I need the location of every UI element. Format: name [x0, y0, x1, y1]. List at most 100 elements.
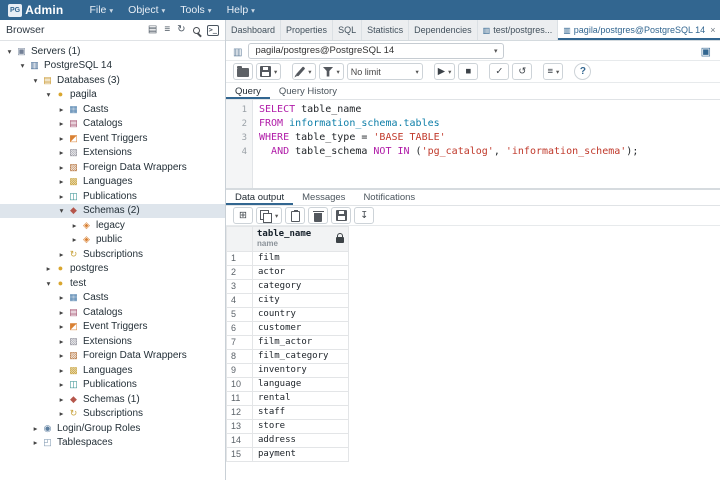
tree-item-event-triggers[interactable]: ▸Event Triggers	[0, 131, 225, 146]
copy-button[interactable]: ▾	[256, 207, 282, 224]
chevron-right-icon[interactable]: ▸	[56, 148, 67, 157]
new-query-tool-icon[interactable]	[701, 42, 711, 60]
cell-table-name[interactable]: inventory	[253, 363, 349, 377]
menu-file[interactable]: File▾	[89, 4, 113, 16]
row-number[interactable]: 11	[227, 391, 253, 405]
cell-table-name[interactable]: country	[253, 307, 349, 321]
chevron-right-icon[interactable]: ▸	[56, 308, 67, 317]
tree-item-casts[interactable]: ▸Casts	[0, 102, 225, 117]
macros-button[interactable]: ≡▾	[543, 63, 563, 80]
tab-dashboard[interactable]: Dashboard	[226, 20, 281, 40]
tree-item-languages[interactable]: ▸Languages	[0, 175, 225, 190]
tab-messages[interactable]: Messages	[293, 190, 354, 205]
tree-item-subscriptions[interactable]: ▸Subscriptions	[0, 247, 225, 262]
tab-notifications[interactable]: Notifications	[354, 190, 424, 205]
tab-sql[interactable]: SQL	[333, 20, 362, 40]
chevron-down-icon[interactable]: ▾	[56, 206, 67, 215]
row-number-header[interactable]	[227, 227, 253, 252]
chevron-right-icon[interactable]: ▸	[69, 221, 80, 230]
tree-item-foreign-data-wrappers[interactable]: ▸Foreign Data Wrappers	[0, 349, 225, 364]
tab-properties[interactable]: Properties	[281, 20, 333, 40]
tree-item-catalogs[interactable]: ▸Catalogs	[0, 117, 225, 132]
row-number[interactable]: 12	[227, 405, 253, 419]
chevron-right-icon[interactable]: ▸	[30, 438, 41, 447]
connection-select[interactable]: pagila/postgres@PostgreSQL 14 ▾	[248, 43, 504, 59]
search-icon[interactable]	[193, 27, 200, 34]
cell-table-name[interactable]: staff	[253, 405, 349, 419]
tree-item-postgresql-14[interactable]: ▾PostgreSQL 14	[0, 59, 225, 74]
open-file-button[interactable]	[233, 63, 253, 80]
code-line[interactable]: 4 AND table_schema NOT IN ('pg_catalog',…	[226, 145, 720, 159]
paste-button[interactable]	[285, 207, 305, 224]
help-button[interactable]: ?	[574, 63, 591, 80]
tree-item-publications[interactable]: ▸Publications	[0, 189, 225, 204]
chevron-down-icon[interactable]: ▾	[43, 90, 54, 99]
chevron-right-icon[interactable]: ▸	[56, 134, 67, 143]
chevron-right-icon[interactable]: ▸	[56, 293, 67, 302]
chevron-right-icon[interactable]: ▸	[30, 424, 41, 433]
chevron-right-icon[interactable]: ▸	[56, 351, 67, 360]
cell-table-name[interactable]: rental	[253, 391, 349, 405]
row-number[interactable]: 4	[227, 293, 253, 307]
tree-item-public[interactable]: ▸public	[0, 233, 225, 248]
chevron-right-icon[interactable]: ▸	[56, 409, 67, 418]
row-number[interactable]: 1	[227, 251, 253, 265]
chevron-right-icon[interactable]: ▸	[56, 192, 67, 201]
edit-button[interactable]: ▾	[292, 63, 315, 80]
row-number[interactable]: 10	[227, 377, 253, 391]
cell-table-name[interactable]: film_category	[253, 349, 349, 363]
menu-icon[interactable]: ≡	[164, 25, 170, 35]
close-icon[interactable]: ×	[710, 25, 715, 35]
refresh-icon[interactable]: ↻	[177, 25, 185, 35]
tab-test-postgres[interactable]: ▥test/postgres...	[478, 20, 559, 40]
tree-item-subscriptions[interactable]: ▸Subscriptions	[0, 407, 225, 422]
row-number[interactable]: 15	[227, 447, 253, 461]
row-number[interactable]: 14	[227, 433, 253, 447]
chevron-right-icon[interactable]: ▸	[56, 380, 67, 389]
code-line[interactable]: 2FROM information_schema.tables	[226, 117, 720, 131]
tree-item-servers-1[interactable]: ▾Servers (1)	[0, 44, 225, 59]
cell-table-name[interactable]: city	[253, 293, 349, 307]
execute-button[interactable]: ▶▾	[434, 63, 456, 80]
cell-table-name[interactable]: actor	[253, 265, 349, 279]
chevron-right-icon[interactable]: ▸	[43, 264, 54, 273]
tree-item-schemas-1[interactable]: ▸Schemas (1)	[0, 392, 225, 407]
cell-table-name[interactable]: customer	[253, 321, 349, 335]
row-number[interactable]: 13	[227, 419, 253, 433]
filter-button[interactable]: ▾	[319, 63, 344, 80]
download-button[interactable]: ↧	[354, 207, 374, 224]
column-header-table-name[interactable]: table_name name	[253, 227, 349, 252]
tree-item-extensions[interactable]: ▸Extensions	[0, 146, 225, 161]
tree-item-casts[interactable]: ▸Casts	[0, 291, 225, 306]
cell-table-name[interactable]: film	[253, 251, 349, 265]
tab-pagila-postgres-postgresql-14[interactable]: ▥pagila/postgres@PostgreSQL 14×	[558, 20, 720, 40]
delete-button[interactable]	[308, 207, 328, 224]
cell-table-name[interactable]: store	[253, 419, 349, 433]
row-number[interactable]: 9	[227, 363, 253, 377]
chevron-down-icon[interactable]: ▾	[4, 47, 15, 56]
code-line[interactable]: 1SELECT table_name	[226, 103, 720, 117]
chevron-right-icon[interactable]: ▸	[56, 395, 67, 404]
tab-query[interactable]: Query	[226, 83, 270, 99]
tab-statistics[interactable]: Statistics	[362, 20, 409, 40]
cell-table-name[interactable]: language	[253, 377, 349, 391]
tree-item-test[interactable]: ▾test	[0, 276, 225, 291]
stop-button[interactable]: ■	[458, 63, 478, 80]
tab-dependencies[interactable]: Dependencies	[409, 20, 478, 40]
code-line[interactable]: 3WHERE table_type = 'BASE TABLE'	[226, 131, 720, 145]
row-number[interactable]: 6	[227, 321, 253, 335]
tree-item-foreign-data-wrappers[interactable]: ▸Foreign Data Wrappers	[0, 160, 225, 175]
chevron-right-icon[interactable]: ▸	[56, 119, 67, 128]
tree-item-pagila[interactable]: ▾pagila	[0, 88, 225, 103]
chevron-down-icon[interactable]: ▾	[43, 279, 54, 288]
chevron-right-icon[interactable]: ▸	[56, 177, 67, 186]
chevron-down-icon[interactable]: ▾	[17, 61, 28, 70]
tree-item-tablespaces[interactable]: ▸Tablespaces	[0, 436, 225, 451]
tree-item-languages[interactable]: ▸Languages	[0, 363, 225, 378]
row-number[interactable]: 3	[227, 279, 253, 293]
tree-item-extensions[interactable]: ▸Extensions	[0, 334, 225, 349]
chevron-right-icon[interactable]: ▸	[56, 337, 67, 346]
tree-item-publications[interactable]: ▸Publications	[0, 378, 225, 393]
save-data-button[interactable]	[331, 207, 351, 224]
rollback-button[interactable]: ↺	[512, 63, 532, 80]
